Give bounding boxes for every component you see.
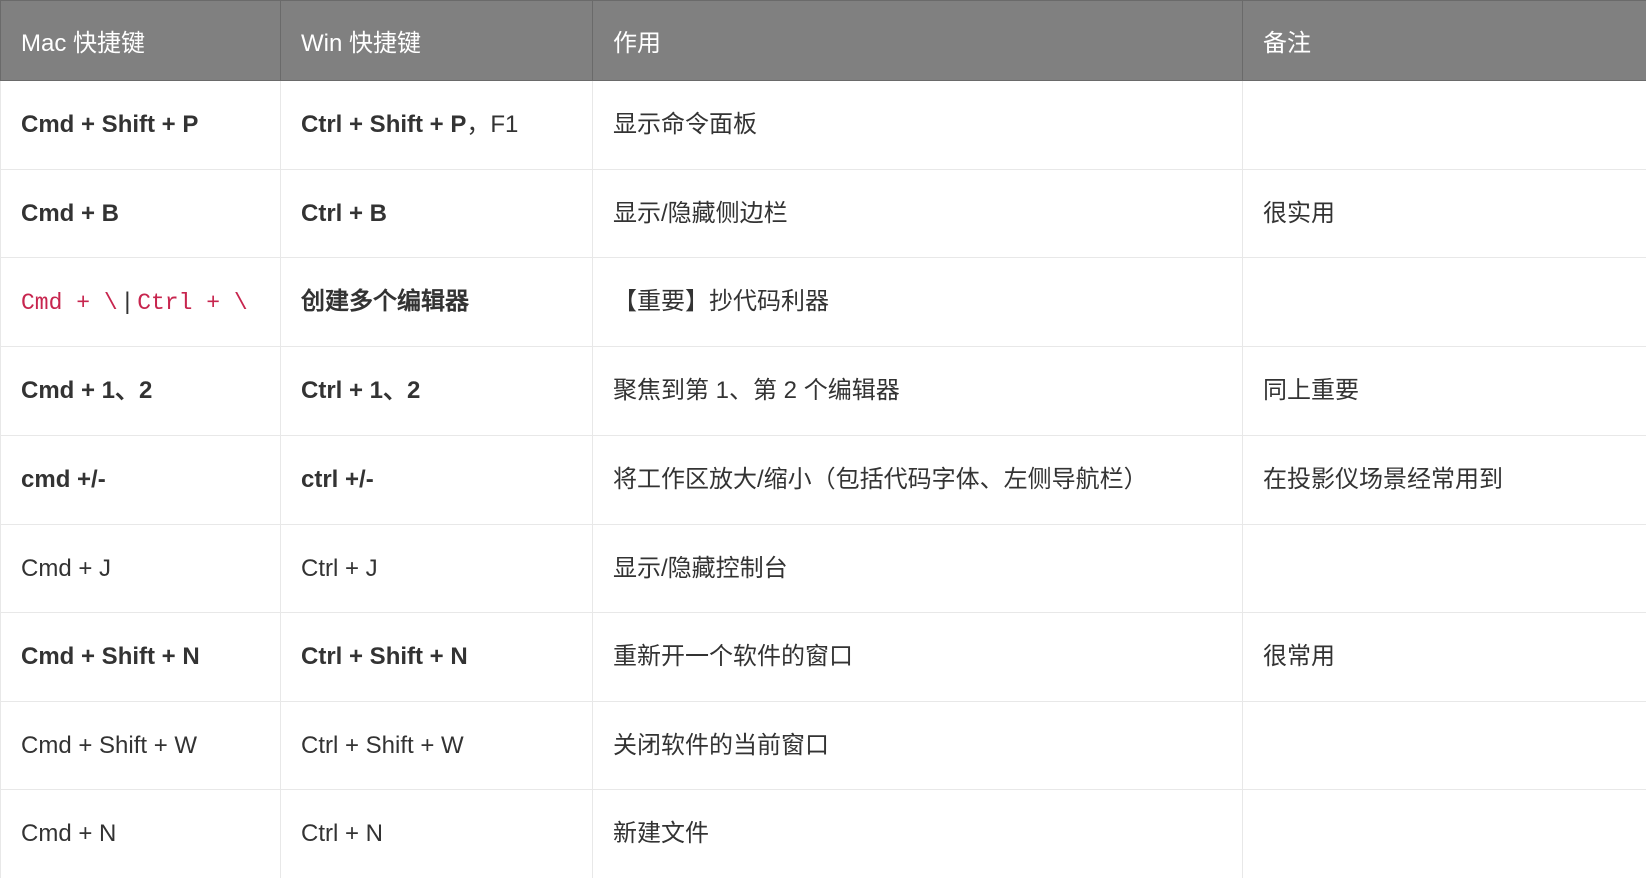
cell-win: Ctrl + N: [281, 790, 593, 878]
cell-note: [1243, 790, 1646, 878]
cell-note: 很实用: [1243, 169, 1646, 258]
cell-note: 在投影仪场景经常用到: [1243, 435, 1646, 524]
shortcut-text: Ctrl + J: [301, 555, 378, 582]
table-row: Cmd + \ | Ctrl + \ 创建多个编辑器 【重要】抄代码利器: [1, 258, 1646, 347]
cell-function: 重新开一个软件的窗口: [593, 613, 1243, 702]
table-row: Cmd + J Ctrl + J 显示/隐藏控制台: [1, 524, 1646, 613]
cell-mac: Cmd + N: [1, 790, 281, 878]
header-note: 备注: [1243, 1, 1646, 81]
shortcut-text: 创建多个编辑器: [301, 288, 469, 315]
cell-mac: cmd +/-: [1, 435, 281, 524]
shortcut-code: Cmd + \: [21, 290, 118, 316]
cell-function: 新建文件: [593, 790, 1243, 878]
shortcut-text-plain: ，F1: [466, 111, 518, 138]
shortcut-text: Ctrl + Shift + P: [301, 111, 466, 138]
table-row: Cmd + Shift + W Ctrl + Shift + W 关闭软件的当前…: [1, 701, 1646, 790]
cell-mac: Cmd + Shift + P: [1, 81, 281, 170]
cell-function: 显示命令面板: [593, 81, 1243, 170]
cell-win: Ctrl + Shift + N: [281, 613, 593, 702]
shortcut-text: Cmd + J: [21, 555, 111, 582]
shortcut-text: Cmd + 1、2: [21, 377, 152, 404]
cell-function: 聚焦到第 1、第 2 个编辑器: [593, 347, 1243, 436]
table-row: Cmd + N Ctrl + N 新建文件: [1, 790, 1646, 878]
shortcut-text: Cmd + N: [21, 820, 116, 847]
table-row: cmd +/- ctrl +/- 将工作区放大/缩小（包括代码字体、左侧导航栏）…: [1, 435, 1646, 524]
header-function: 作用: [593, 1, 1243, 81]
header-mac: Mac 快捷键: [1, 1, 281, 81]
cell-mac: Cmd + Shift + W: [1, 701, 281, 790]
shortcut-text: ctrl +/-: [301, 466, 374, 493]
shortcut-text: Ctrl + Shift + N: [301, 643, 468, 670]
shortcut-text: Cmd + Shift + W: [21, 732, 197, 759]
table-row: Cmd + Shift + N Ctrl + Shift + N 重新开一个软件…: [1, 613, 1646, 702]
cell-win: ctrl +/-: [281, 435, 593, 524]
cell-function: 关闭软件的当前窗口: [593, 701, 1243, 790]
cell-note: [1243, 81, 1646, 170]
shortcut-text: Cmd + B: [21, 200, 119, 227]
shortcut-text: Ctrl + Shift + W: [301, 732, 464, 759]
table-header-row: Mac 快捷键 Win 快捷键 作用 备注: [1, 1, 1646, 81]
shortcut-text: Cmd + Shift + P: [21, 111, 198, 138]
cell-mac: Cmd + B: [1, 169, 281, 258]
shortcut-sep: |: [118, 288, 138, 315]
cell-win: 创建多个编辑器: [281, 258, 593, 347]
table-row: Cmd + Shift + P Ctrl + Shift + P，F1 显示命令…: [1, 81, 1646, 170]
cell-mac: Cmd + 1、2: [1, 347, 281, 436]
cell-win: Ctrl + Shift + P，F1: [281, 81, 593, 170]
cell-note: 同上重要: [1243, 347, 1646, 436]
shortcuts-table: Mac 快捷键 Win 快捷键 作用 备注 Cmd + Shift + P Ct…: [0, 0, 1646, 878]
cell-note: [1243, 701, 1646, 790]
cell-note: [1243, 258, 1646, 347]
shortcut-text: Ctrl + N: [301, 820, 383, 847]
cell-mac: Cmd + J: [1, 524, 281, 613]
cell-note: 很常用: [1243, 613, 1646, 702]
cell-win: Ctrl + J: [281, 524, 593, 613]
cell-win: Ctrl + B: [281, 169, 593, 258]
shortcut-text: cmd +/-: [21, 466, 106, 493]
cell-win: Ctrl + 1、2: [281, 347, 593, 436]
cell-function: 显示/隐藏控制台: [593, 524, 1243, 613]
cell-note: [1243, 524, 1646, 613]
header-win: Win 快捷键: [281, 1, 593, 81]
cell-function: 【重要】抄代码利器: [593, 258, 1243, 347]
shortcut-text: Cmd + Shift + N: [21, 643, 200, 670]
shortcut-text: Ctrl + B: [301, 200, 387, 227]
cell-function: 显示/隐藏侧边栏: [593, 169, 1243, 258]
table-row: Cmd + B Ctrl + B 显示/隐藏侧边栏 很实用: [1, 169, 1646, 258]
shortcut-text: Ctrl + 1、2: [301, 377, 420, 404]
table-row: Cmd + 1、2 Ctrl + 1、2 聚焦到第 1、第 2 个编辑器 同上重…: [1, 347, 1646, 436]
cell-mac: Cmd + \ | Ctrl + \: [1, 258, 281, 347]
cell-win: Ctrl + Shift + W: [281, 701, 593, 790]
shortcut-code: Ctrl + \: [137, 290, 247, 316]
cell-mac: Cmd + Shift + N: [1, 613, 281, 702]
cell-function: 将工作区放大/缩小（包括代码字体、左侧导航栏）: [593, 435, 1243, 524]
